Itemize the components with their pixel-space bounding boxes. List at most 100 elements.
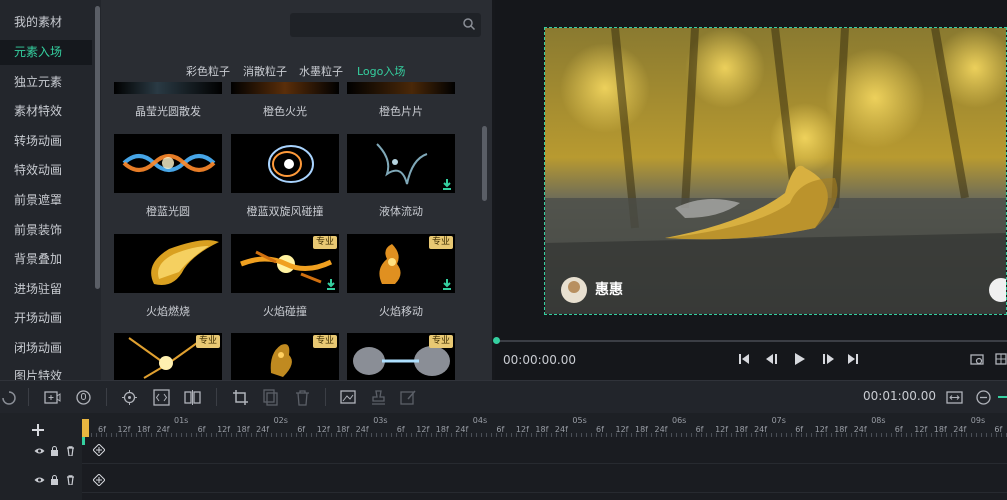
playhead-marker[interactable]	[82, 419, 89, 437]
fit-timeline-icon[interactable]	[946, 389, 963, 406]
video-preview[interactable]: 惠惠	[544, 27, 1007, 315]
sidebar-item-material-effects[interactable]: 素材特效	[0, 99, 92, 124]
category-tab-logo-entrance[interactable]: Logo入场	[357, 63, 405, 79]
thumbnail-label: 火焰碰撞	[263, 305, 307, 318]
previous-frame-icon[interactable]	[765, 353, 779, 365]
skip-to-start-icon[interactable]	[738, 353, 750, 365]
trash-icon[interactable]	[66, 475, 75, 485]
timeline-track[interactable]	[82, 466, 1007, 493]
image-edit-icon[interactable]	[340, 389, 357, 406]
stamp-icon[interactable]	[370, 389, 387, 406]
eye-icon[interactable]	[34, 447, 45, 455]
snapshot-icon[interactable]	[970, 352, 984, 366]
thumbnail-label: 橙色火光	[263, 105, 307, 118]
ruler-frame-label: 12f	[316, 425, 330, 434]
library-scrollbar[interactable]	[482, 126, 487, 201]
thumbnail-flame-collision[interactable]: 专业	[231, 234, 339, 293]
search-icon[interactable]	[462, 17, 476, 31]
category-tab-color-particles[interactable]: 彩色粒子	[186, 63, 230, 79]
thumbnail-label: 橙蓝双旋风碰撞	[246, 205, 324, 218]
download-icon[interactable]	[442, 279, 452, 290]
sidebar-item-effect-animation[interactable]: 特效动画	[0, 158, 92, 183]
sidebar-item-transition-animation[interactable]: 转场动画	[0, 129, 92, 154]
trash-icon[interactable]	[66, 446, 75, 456]
delete-icon[interactable]	[294, 389, 311, 406]
download-icon[interactable]	[326, 279, 336, 290]
ruler-second-label: 08s	[871, 416, 886, 425]
split-icon[interactable]	[184, 389, 201, 406]
sidebar-item-foreground-decoration[interactable]: 前景装饰	[0, 218, 92, 243]
timeline-duration: 00:01:00.00	[863, 389, 936, 403]
skip-to-end-icon[interactable]	[847, 353, 859, 365]
copy-icon[interactable]	[263, 389, 280, 406]
sidebar-item-background-overlay[interactable]: 背景叠加	[0, 247, 92, 272]
crop-icon[interactable]	[232, 389, 249, 406]
thumbnail-label: 火焰移动	[379, 305, 423, 318]
thumbnail-flame-burning[interactable]	[114, 234, 222, 293]
add-clip-icon[interactable]	[93, 474, 105, 486]
zoom-slider[interactable]	[998, 396, 1007, 398]
preview-timecode: 00:00:00.00	[503, 353, 576, 367]
ruler-second-label: 01s	[174, 416, 189, 425]
category-tab-dissipate-particles[interactable]: 消散粒子	[243, 63, 287, 79]
thumbnail-pro-effect-3[interactable]: 专业	[347, 333, 455, 380]
add-clip-icon[interactable]	[93, 444, 105, 456]
timeline-ruler[interactable]: 6f 12f 18f 24f 01s 6f 12f 18f 24f 02s 6f 12f 18f 24f 0…	[82, 413, 1007, 437]
editing-toolbar	[0, 380, 1007, 413]
ruler-second-label: 06s	[672, 416, 687, 425]
thumbnail-orange-blue-ring[interactable]	[114, 134, 222, 193]
thumbnail-orange-fire[interactable]	[231, 82, 339, 94]
sidebar-item-element-entrance[interactable]: 元素入场	[0, 40, 92, 65]
seek-bar[interactable]	[495, 340, 1007, 342]
sidebar-item-foreground-mask[interactable]: 前景遮罩	[0, 188, 92, 213]
code-embed-icon[interactable]	[153, 389, 170, 406]
play-icon[interactable]	[794, 352, 806, 366]
sidebar-item-opening-animation[interactable]: 开场动画	[0, 306, 92, 331]
seek-handle[interactable]	[493, 337, 500, 344]
thumbnail-label: 火焰燃烧	[146, 305, 190, 318]
ruler-frame-label: 12f	[117, 425, 131, 434]
thumbnail-orange-flakes[interactable]	[347, 82, 455, 94]
eye-icon[interactable]	[34, 476, 45, 484]
toolbar-separator	[216, 388, 217, 406]
thumbnail-liquid-flow[interactable]	[347, 134, 455, 193]
toolbar-separator	[28, 388, 29, 406]
add-track-icon[interactable]	[31, 423, 45, 437]
pro-badge: 专业	[312, 335, 337, 348]
ruler-second-label: 07s	[771, 416, 786, 425]
add-media-icon[interactable]	[44, 389, 61, 406]
record-audio-icon[interactable]	[75, 389, 92, 406]
category-sidebar: 我的素材 元素入场 独立元素 素材特效 转场动画 特效动画 前景遮罩 前景装饰 …	[0, 0, 101, 380]
edit-icon[interactable]	[400, 389, 417, 406]
ruler-second-label: 09s	[970, 416, 986, 425]
timeline-track[interactable]	[82, 437, 1007, 464]
download-icon[interactable]	[442, 179, 452, 190]
zoom-out-icon[interactable]	[975, 389, 992, 406]
lock-icon[interactable]	[50, 475, 59, 485]
sidebar-item-entrance-stay[interactable]: 进场驻留	[0, 277, 92, 302]
thumbnail-label: 橙蓝光圆	[146, 205, 190, 218]
search-input[interactable]	[290, 13, 481, 37]
thumbnail-orange-blue-whirl[interactable]	[231, 134, 339, 193]
ruler-second-label: 05s	[572, 416, 587, 425]
locate-icon[interactable]	[121, 389, 138, 406]
thumbnail-pro-effect-2[interactable]: 专业	[231, 333, 339, 380]
grid-icon[interactable]	[995, 352, 1007, 366]
sidebar-item-closing-animation[interactable]: 闭场动画	[0, 336, 92, 361]
pro-badge: 专业	[428, 236, 453, 249]
sidebar-item-my-material[interactable]: 我的素材	[0, 10, 92, 35]
thumbnail-flame-moving[interactable]: 专业	[347, 234, 455, 293]
thumbnail-crystal-light[interactable]	[114, 82, 222, 94]
thumbnail-pro-effect-1[interactable]: 专业	[114, 333, 222, 380]
sidebar-item-independent-element[interactable]: 独立元素	[0, 70, 92, 95]
ruler-frame-label: 24f	[156, 425, 170, 434]
redo-icon[interactable]	[0, 389, 17, 406]
next-frame-icon[interactable]	[821, 353, 835, 365]
sidebar-scrollbar[interactable]	[95, 6, 100, 289]
pro-badge: 专业	[312, 236, 337, 249]
track-header	[0, 413, 82, 500]
lock-icon[interactable]	[50, 446, 59, 456]
ruler-frame-label: 12f	[416, 425, 430, 434]
category-tab-ink-particles[interactable]: 水墨粒子	[299, 63, 343, 79]
sidebar-item-image-effects[interactable]: 图片特效	[0, 364, 92, 380]
